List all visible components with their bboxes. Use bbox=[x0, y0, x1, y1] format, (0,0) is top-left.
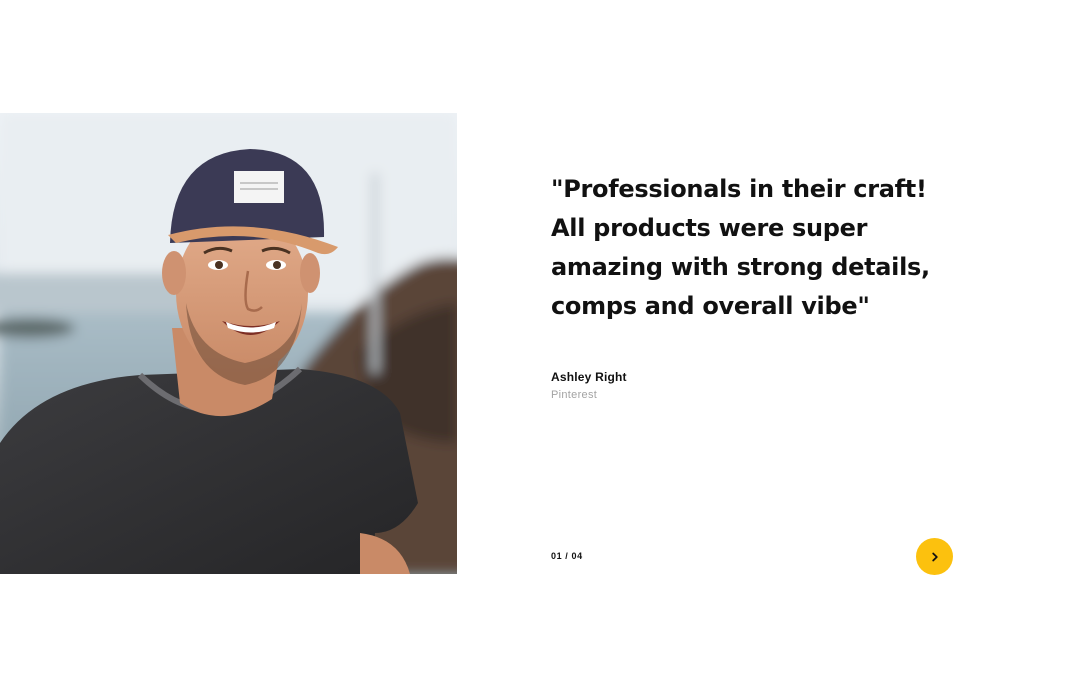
testimonial-section: "Professionals in their craft! All produ… bbox=[0, 0, 1080, 687]
author-name: Ashley Right bbox=[551, 370, 627, 384]
testimonial-photo bbox=[0, 113, 457, 574]
chevron-right-icon bbox=[930, 552, 940, 562]
next-slide-button[interactable] bbox=[916, 538, 953, 575]
slide-counter: 01 / 04 bbox=[551, 551, 583, 561]
testimonial-quote: "Professionals in their craft! All produ… bbox=[551, 175, 930, 320]
author-company: Pinterest bbox=[551, 389, 598, 401]
